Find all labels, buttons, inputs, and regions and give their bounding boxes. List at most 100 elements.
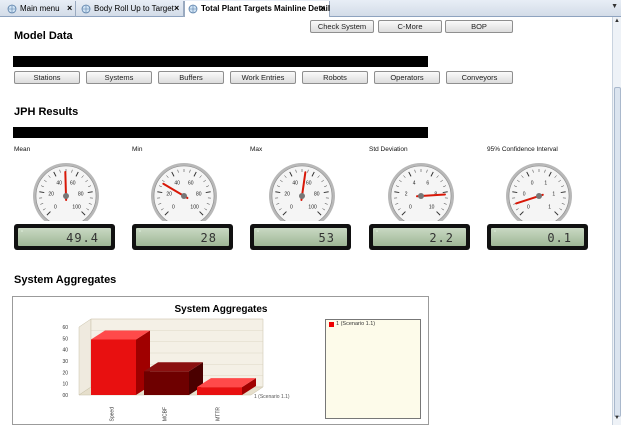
close-icon[interactable]: × bbox=[320, 1, 325, 16]
x-category-label: Speed bbox=[110, 407, 116, 422]
lcd-dot bbox=[376, 230, 378, 232]
lcd-screen: 2.2 bbox=[373, 228, 466, 246]
lcd-dot bbox=[257, 230, 259, 232]
chevron-down-icon[interactable]: ▼ bbox=[611, 3, 618, 10]
gauge-tick-label: 60 bbox=[70, 181, 76, 187]
gauge-hub bbox=[181, 193, 187, 199]
scroll-up-icon[interactable]: ▲ bbox=[614, 18, 620, 24]
gauge-tick-label: 6 bbox=[426, 181, 429, 187]
robots-button[interactable]: Robots bbox=[302, 71, 368, 84]
gauge-hub bbox=[418, 193, 424, 199]
gauge-readout: 28 bbox=[132, 224, 233, 250]
tab-label: Body Roll Up to Target bbox=[94, 4, 174, 13]
tab-main-menu[interactable]: Main menu × bbox=[4, 1, 76, 17]
gauge-label: Max bbox=[250, 146, 263, 153]
gauge-tick-label: 80 bbox=[314, 192, 320, 198]
y-tick-label: 60 bbox=[62, 325, 68, 331]
tab-label: Main menu bbox=[20, 4, 60, 13]
scrollbar-thumb[interactable] bbox=[614, 87, 621, 417]
y-tick-label: 30 bbox=[62, 359, 68, 365]
gauge-tick-label: 40 bbox=[56, 181, 62, 187]
y-tick-label: 20 bbox=[62, 370, 68, 376]
gauge-dial: 0 2040 6080 100 bbox=[269, 163, 335, 221]
systems-button[interactable]: Systems bbox=[86, 71, 152, 84]
jph-results-bar bbox=[13, 127, 428, 138]
conveyors-button[interactable]: Conveyors bbox=[446, 71, 513, 84]
chart-side-wall bbox=[78, 318, 92, 396]
gauge-tick-label: 1 bbox=[552, 192, 555, 198]
bar-front bbox=[91, 339, 136, 395]
stations-button[interactable]: Stations bbox=[14, 71, 80, 84]
gauge-value: 0.1 bbox=[547, 231, 572, 245]
lcd-screen: 53 bbox=[254, 228, 347, 246]
bar-speed bbox=[91, 330, 150, 395]
y-tick-label: 00 bbox=[62, 393, 68, 399]
bar-front bbox=[197, 387, 242, 395]
gauge-tick-label: 4 bbox=[413, 181, 416, 187]
gauge-readout: 53 bbox=[250, 224, 351, 250]
gauge-tick-label: 0 bbox=[523, 192, 526, 198]
gauge-tick-label: 0 bbox=[290, 205, 293, 211]
y-tick-label: 40 bbox=[62, 348, 68, 354]
gauge-tick-label: 1 bbox=[548, 205, 551, 211]
lcd-screen: 0.1 bbox=[491, 228, 584, 246]
jph-results-title: JPH Results bbox=[14, 106, 79, 118]
vertical-scrollbar[interactable]: ▲ ▼ bbox=[612, 17, 621, 425]
tab-total-plant-targets[interactable]: Total Plant Targets Mainline Detail × bbox=[184, 1, 330, 17]
gauge-label: Std Deviation bbox=[369, 146, 408, 153]
buffers-button[interactable]: Buffers bbox=[158, 71, 224, 84]
globe-icon bbox=[81, 4, 91, 14]
gauge-dial: 0 2040 6080 100 bbox=[33, 163, 99, 221]
check-system-button[interactable]: Check System bbox=[310, 20, 374, 33]
gauge-tick-label: 0 bbox=[409, 205, 412, 211]
lcd-screen: 28 bbox=[136, 228, 229, 246]
legend-swatch bbox=[329, 322, 334, 327]
lcd-dot bbox=[494, 230, 496, 232]
gauge-hub bbox=[299, 193, 305, 199]
gauge-hub bbox=[536, 193, 542, 199]
gauge-tick-label: 20 bbox=[284, 192, 290, 198]
chart-title: System Aggregates bbox=[175, 304, 268, 315]
gauge-tick-label: 60 bbox=[306, 181, 312, 187]
depth-axis-label: 1 (Scenario 1.1) bbox=[254, 394, 290, 400]
tab-bar: Main menu × Body Roll Up to Target × Tot… bbox=[0, 0, 621, 17]
gauge-dial: 0246810 bbox=[388, 163, 454, 221]
model-data-bar bbox=[13, 56, 428, 67]
model-data-title: Model Data bbox=[14, 30, 73, 42]
app-window: Main menu × Body Roll Up to Target × Tot… bbox=[0, 0, 621, 425]
gauge-tick-label: 1 bbox=[544, 181, 547, 187]
gauge-value: 53 bbox=[318, 231, 335, 245]
gauge-value: 2.2 bbox=[429, 231, 454, 245]
gauge-tick-label: 0 bbox=[172, 205, 175, 211]
lcd-dot bbox=[139, 230, 141, 232]
scroll-down-icon[interactable]: ▼ bbox=[614, 415, 620, 421]
x-category-label: MTTR bbox=[216, 407, 222, 421]
work-entries-button[interactable]: Work Entries bbox=[230, 71, 296, 84]
operators-button[interactable]: Operators bbox=[374, 71, 440, 84]
gauge-tick-label: 80 bbox=[78, 192, 84, 198]
gauge-tick-label: 80 bbox=[196, 192, 202, 198]
gauge-dial: 0 2040 6080 100 bbox=[151, 163, 217, 221]
globe-icon bbox=[188, 4, 198, 14]
c-more-button[interactable]: C-More bbox=[378, 20, 442, 33]
gauge-tick-label: 0 bbox=[527, 205, 530, 211]
close-icon[interactable]: × bbox=[67, 1, 72, 16]
gauge-tick-label: 60 bbox=[188, 181, 194, 187]
gauge-tick-label: 100 bbox=[190, 205, 199, 211]
gauge-tick-label: 40 bbox=[174, 181, 180, 187]
tab-body-roll-up[interactable]: Body Roll Up to Target × bbox=[78, 1, 184, 17]
gauge-label: Mean bbox=[14, 146, 31, 153]
gauge-tick-label: 20 bbox=[166, 192, 172, 198]
close-icon[interactable]: × bbox=[174, 1, 179, 16]
gauge-dial: 000 111 bbox=[506, 163, 572, 221]
gauge-hub bbox=[63, 193, 69, 199]
gauge-label: Min bbox=[132, 146, 143, 153]
tab-label: Total Plant Targets Mainline Detail bbox=[201, 4, 331, 13]
gauge-tick-label: 0 bbox=[54, 205, 57, 211]
gauge-value: 49.4 bbox=[66, 231, 99, 245]
gauge-tick-label: 100 bbox=[72, 205, 81, 211]
legend-entry: 1 (Scenario 1.1) bbox=[336, 321, 376, 327]
chart-legend: 1 (Scenario 1.1) bbox=[325, 319, 421, 419]
bop-button[interactable]: BOP bbox=[445, 20, 513, 33]
bar-mcbf bbox=[144, 362, 203, 395]
